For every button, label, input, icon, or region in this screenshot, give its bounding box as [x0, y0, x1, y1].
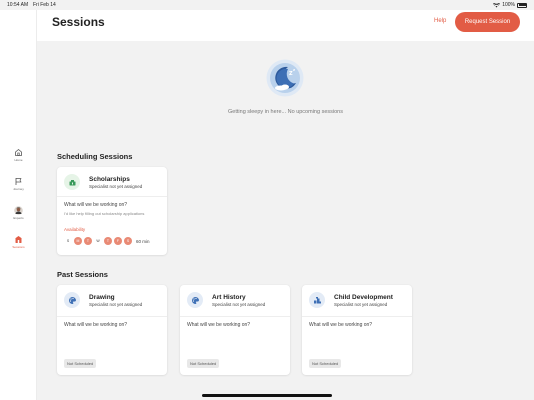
- avatar-icon: [14, 206, 23, 215]
- card-divider: [302, 316, 412, 317]
- session-card-drawing[interactable]: Drawing Specialist not yet assigned What…: [57, 285, 167, 375]
- card-header: Child Development Specialist not yet ass…: [309, 292, 393, 308]
- sidebar-item-label: Sessions: [12, 245, 25, 249]
- scholarship-icon: [64, 174, 80, 190]
- day-monday: M: [74, 237, 82, 245]
- battery-percent: 100%: [502, 2, 515, 8]
- battery-icon: [517, 2, 527, 8]
- status-badge: Not Scheduled: [64, 359, 97, 368]
- empty-state-text: Getting sleepy in here... No upcoming se…: [228, 109, 343, 115]
- sidebar: Home Journey Experts Sessions: [0, 10, 37, 400]
- scheduling-sessions-title: Scheduling Sessions: [57, 152, 133, 161]
- card-divider: [180, 316, 290, 317]
- sidebar-item-sessions[interactable]: Sessions: [0, 235, 37, 249]
- sidebar-item-journey[interactable]: Journey: [0, 177, 37, 191]
- day-sunday: S: [66, 239, 70, 243]
- status-badge: Not Scheduled: [187, 359, 220, 368]
- status-time: 10:54 AM: [7, 2, 29, 8]
- specialist-status: Specialist not yet assigned: [212, 301, 266, 307]
- session-duration: 60 min: [136, 238, 150, 244]
- home-indicator[interactable]: [202, 394, 332, 397]
- answer-text: I'd like help filling out scholarship ap…: [64, 211, 145, 216]
- availability-label: Availability: [64, 227, 86, 232]
- day-tuesday: T: [84, 237, 92, 245]
- day-friday: F: [114, 237, 122, 245]
- sidebar-item-label: Home: [14, 158, 23, 162]
- question-label: What will we be working on?: [187, 322, 251, 328]
- past-sessions-title: Past Sessions: [57, 270, 108, 279]
- day-wednesday: W: [96, 239, 100, 243]
- header: Sessions Help Request Session: [37, 10, 534, 41]
- card-header: Drawing Specialist not yet assigned: [64, 292, 142, 308]
- session-name: Child Development: [334, 293, 393, 301]
- card-divider: [57, 196, 167, 197]
- sidebar-item-label: Experts: [13, 216, 24, 220]
- card-header: Scholarships Specialist not yet assigned: [64, 174, 142, 190]
- session-name: Scholarships: [89, 175, 130, 183]
- palette-icon: [64, 292, 80, 308]
- status-indicators: 100%: [493, 2, 527, 8]
- session-name: Drawing: [89, 293, 115, 301]
- question-label: What will we be working on?: [64, 322, 128, 328]
- session-card-art-history[interactable]: Art History Specialist not yet assigned …: [180, 285, 290, 375]
- availability-days: S M T W T F S 60 min: [64, 237, 150, 245]
- request-session-button[interactable]: Request Session: [455, 12, 520, 32]
- specialist-status: Specialist not yet assigned: [89, 183, 143, 189]
- day-thursday: T: [104, 237, 112, 245]
- sidebar-item-home[interactable]: Home: [0, 148, 37, 162]
- sidebar-item-label: Journey: [13, 187, 24, 191]
- question-label: What will we be working on?: [309, 322, 373, 328]
- question-label: What will we be working on?: [64, 202, 128, 208]
- sleeping-moon-icon: Z z: [266, 59, 304, 97]
- flag-icon: [15, 178, 22, 185]
- sidebar-item-experts[interactable]: Experts: [0, 206, 37, 220]
- sessions-icon: [15, 236, 22, 243]
- specialist-status: Specialist not yet assigned: [334, 301, 388, 307]
- status-date: Fri Feb 14: [33, 2, 56, 8]
- card-header: Art History Specialist not yet assigned: [187, 292, 265, 308]
- session-name: Art History: [212, 293, 246, 301]
- svg-text:z: z: [293, 68, 295, 72]
- palette-icon: [187, 292, 203, 308]
- child-development-icon: [309, 292, 325, 308]
- page-title: Sessions: [52, 15, 105, 29]
- session-card-child-development[interactable]: Child Development Specialist not yet ass…: [302, 285, 412, 375]
- help-link[interactable]: Help: [434, 18, 446, 24]
- status-bar: 10:54 AM Fri Feb 14 100%: [0, 0, 534, 10]
- card-divider: [57, 316, 167, 317]
- specialist-status: Specialist not yet assigned: [89, 301, 143, 307]
- wifi-icon: [493, 2, 501, 7]
- status-badge: Not Scheduled: [309, 359, 342, 368]
- session-card-scholarships[interactable]: Scholarships Specialist not yet assigned…: [57, 167, 167, 255]
- day-saturday: S: [124, 237, 132, 245]
- home-icon: [15, 149, 22, 156]
